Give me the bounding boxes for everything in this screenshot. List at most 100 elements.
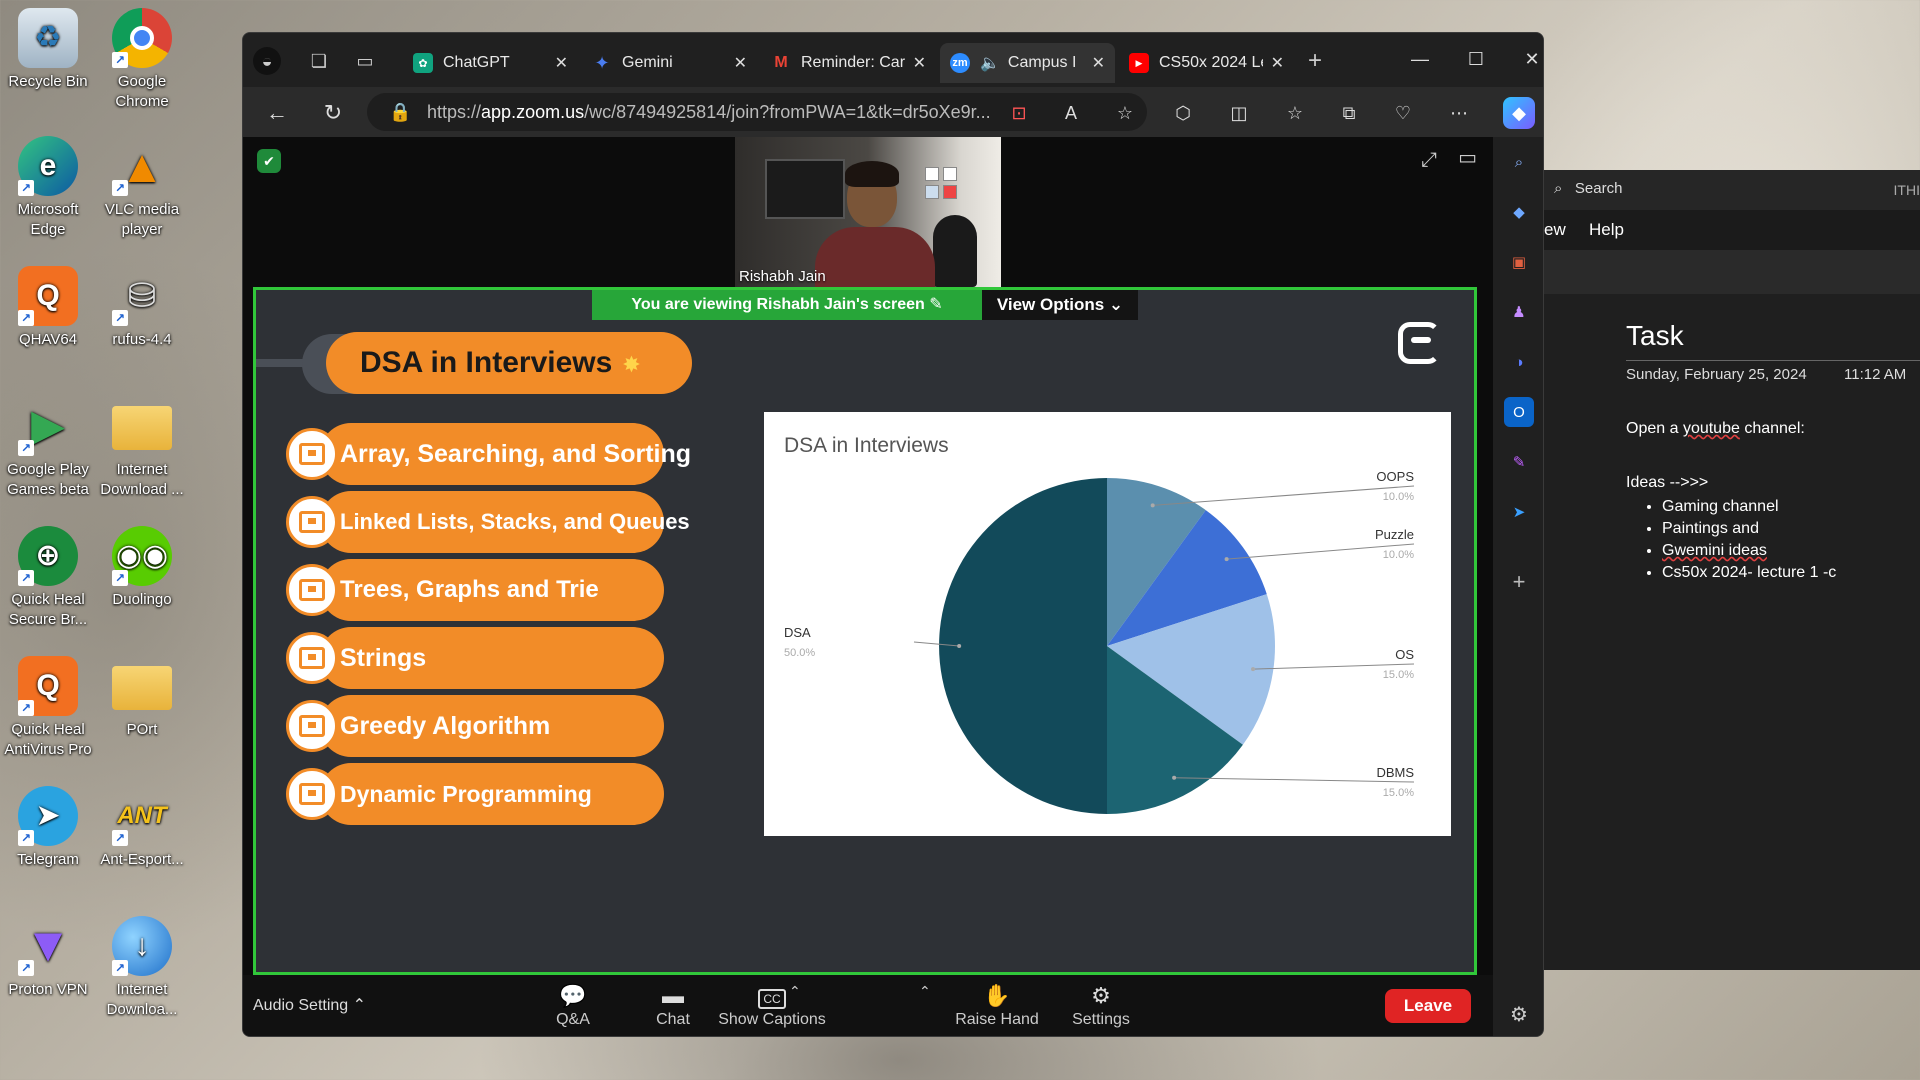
copilot-icon[interactable]: ◆ [1503, 97, 1535, 129]
youtube-icon: ▶ [1129, 53, 1149, 73]
sidebar-settings-icon[interactable]: ⚙ [1504, 999, 1534, 1029]
tools-icon[interactable]: ▣ [1504, 247, 1534, 277]
menu-view[interactable]: ew [1544, 220, 1566, 240]
address-bar-row: ← ↻ 🔒 https://app.zoom.us/wc/87494925814… [243, 87, 1543, 137]
settings-label: Settings [1072, 1011, 1130, 1028]
designer-icon[interactable]: ✎ [1504, 447, 1534, 477]
close-icon[interactable]: ✕ [1092, 53, 1105, 73]
desktop-icon-port-folder[interactable]: POrt [94, 656, 190, 740]
chat-button[interactable]: ▬ Chat [623, 981, 723, 1029]
close-icon[interactable]: ✕ [913, 53, 926, 73]
desktop-icon-chrome[interactable]: ↗ Google Chrome [94, 8, 190, 112]
read-aloud-icon[interactable]: A [1055, 97, 1087, 129]
new-tab-button[interactable]: + [1301, 47, 1329, 75]
fullscreen-icon[interactable]: ⤢ [1421, 149, 1437, 172]
desktop-icon-telegram[interactable]: ➤ ↗ Telegram [0, 786, 96, 870]
minimize-button[interactable]: — [1395, 41, 1445, 77]
collections-icon[interactable]: ⧉ [1333, 97, 1365, 129]
qa-button[interactable]: 💬 Q&A [523, 981, 623, 1029]
list-item[interactable]: Cs50x 2024- lecture 1 -c [1662, 562, 1836, 584]
desktop-icon-label: Telegram [17, 851, 79, 868]
desktop-icon-rufus[interactable]: ⛁ ↗ rufus-4.4 [94, 266, 190, 350]
view-switch-icon[interactable]: ▭ [1458, 145, 1477, 170]
tab-chatgpt[interactable]: ✿ ChatGPT ✕ [403, 43, 578, 83]
browser-window: ◒ ❏ ▭ ✿ ChatGPT ✕ ✦ Gemini ✕ M Reminder:… [242, 32, 1544, 1037]
video-tv [765, 159, 845, 219]
list-item[interactable]: Paintings and [1662, 518, 1836, 540]
games-icon[interactable]: ♟ [1504, 297, 1534, 327]
send-icon[interactable]: ➤ [1504, 497, 1534, 527]
onenote-page[interactable]: Task Sunday, February 25, 2024 11:12 AM … [1544, 294, 1920, 970]
tab-gemini[interactable]: ✦ Gemini ✕ [582, 43, 757, 83]
pie-leader-dot [1150, 503, 1155, 508]
menu-help[interactable]: Help [1589, 220, 1624, 240]
desktop-icon-edge[interactable]: e ↗ Microsoft Edge [0, 136, 96, 240]
desktop-icon-recycle-bin[interactable]: ♻ Recycle Bin [0, 8, 96, 92]
favorite-star-icon[interactable]: ☆ [1109, 97, 1141, 129]
audio-setting-button[interactable]: Audio Setting ⌃ [253, 995, 366, 1015]
pie-label: DBMS [1376, 765, 1414, 780]
tab-actions-icon[interactable]: ▭ [351, 47, 379, 75]
profile-icon[interactable]: ◒ [253, 47, 281, 75]
hand-icon: ✋ [983, 983, 1011, 1008]
tab-youtube[interactable]: ▶ CS50x 2024 Le ✕ [1119, 43, 1294, 83]
back-button[interactable]: ← [261, 97, 293, 129]
shopping-tag-icon[interactable]: ◆ [1504, 197, 1534, 227]
desktop-icon-label: Quick Heal AntiVirus Pro [4, 721, 92, 758]
desktop-icon-quickheal-av[interactable]: Q ↗ Quick Heal AntiVirus Pro [0, 656, 96, 760]
desktop-icon-ant-esports[interactable]: ANT ↗ Ant-Esport... [94, 786, 190, 870]
close-window-button[interactable]: ✕ [1507, 41, 1543, 77]
browser-essentials-icon[interactable]: ♡ [1387, 97, 1419, 129]
close-icon[interactable]: ✕ [555, 53, 568, 73]
desktop-icon-internet-download-folder[interactable]: Internet Download ... [94, 396, 190, 500]
desktop-icon-idm[interactable]: ↓ ↗ Internet Downloa... [94, 916, 190, 1020]
maximize-button[interactable]: ☐ [1451, 41, 1501, 77]
ideas-heading[interactable]: Ideas -->>> [1626, 474, 1708, 492]
camera-blocked-icon[interactable]: ⊡ [1003, 97, 1035, 129]
desktop-icon-quickheal-browser[interactable]: ⊕ ↗ Quick Heal Secure Br... [0, 526, 96, 630]
desktop-icon-google-play-games[interactable]: ▶ ↗ Google Play Games beta [0, 396, 96, 500]
pie-percent-label: 15.0% [1383, 787, 1414, 799]
view-options-button[interactable]: View Options ⌄ [982, 290, 1138, 320]
search-icon[interactable]: ⌕ [1504, 147, 1534, 177]
desktop-icon-vlc[interactable]: ▲ ↗ VLC media player [94, 136, 190, 240]
microsoft-365-icon[interactable]: ◑ [1504, 347, 1534, 377]
participant-video[interactable]: Rishabh Jain [735, 137, 1001, 287]
desktop-icon-duolingo[interactable]: ◉◉ ↗ Duolingo [94, 526, 190, 610]
encryption-shield-icon[interactable]: ✔ [257, 149, 281, 173]
leave-button[interactable]: Leave [1385, 989, 1471, 1023]
google-play-games-icon: ▶ ↗ [18, 396, 78, 456]
list-item[interactable]: Gwemini ideas [1662, 540, 1836, 562]
captions-options-caret-icon[interactable]: ⌃ [919, 983, 931, 1000]
refresh-button[interactable]: ↻ [317, 97, 349, 129]
pie-label: OS [1395, 647, 1414, 662]
tab-gmail[interactable]: M Reminder: Car ✕ [761, 43, 936, 83]
onenote-search[interactable]: ⌕ Search [1554, 180, 1622, 197]
list-item[interactable]: Gaming channel [1662, 496, 1836, 518]
split-screen-icon[interactable]: ◫ [1223, 97, 1255, 129]
pin-icon: ✎ [929, 296, 943, 313]
close-icon[interactable]: ✕ [1271, 53, 1284, 73]
speaker-icon[interactable]: 🔈 [980, 53, 1000, 73]
more-menu-icon[interactable]: ⋯ [1443, 97, 1475, 129]
show-captions-button[interactable]: CC Show Captions [717, 981, 827, 1029]
page-title[interactable]: Task [1626, 320, 1684, 352]
note-line[interactable]: Open a youtube channel: [1626, 420, 1805, 438]
url-host: app.zoom.us [481, 102, 585, 122]
close-icon[interactable]: ✕ [734, 53, 747, 73]
extensions-icon[interactable]: ⬡ [1167, 97, 1199, 129]
pie-chart: DSA in Interviews OOPS 10.0% Puzzle 10.0% OS… [784, 434, 1414, 814]
slide-title-text: DSA in Interviews [360, 346, 613, 379]
desktop-icon-proton-vpn[interactable]: ▼ ↗ Proton VPN [0, 916, 96, 1000]
raise-hand-button[interactable]: ✋ Raise Hand [947, 981, 1047, 1029]
qa-label: Q&A [556, 1011, 590, 1028]
onenote-ribbon [1544, 250, 1920, 294]
desktop-icon-qhav64[interactable]: Q ↗ QHAV64 [0, 266, 96, 350]
tab-zoom[interactable]: zm 🔈 Campus I ✕ [940, 43, 1115, 83]
outlook-icon[interactable]: O [1504, 397, 1534, 427]
add-icon[interactable]: + [1504, 567, 1534, 597]
settings-button[interactable]: ⚙ Settings [1051, 981, 1151, 1029]
workspaces-icon[interactable]: ❏ [305, 47, 333, 75]
favorites-icon[interactable]: ☆ [1279, 97, 1311, 129]
topic-item: Array, Searching, and Sorting [286, 423, 691, 485]
